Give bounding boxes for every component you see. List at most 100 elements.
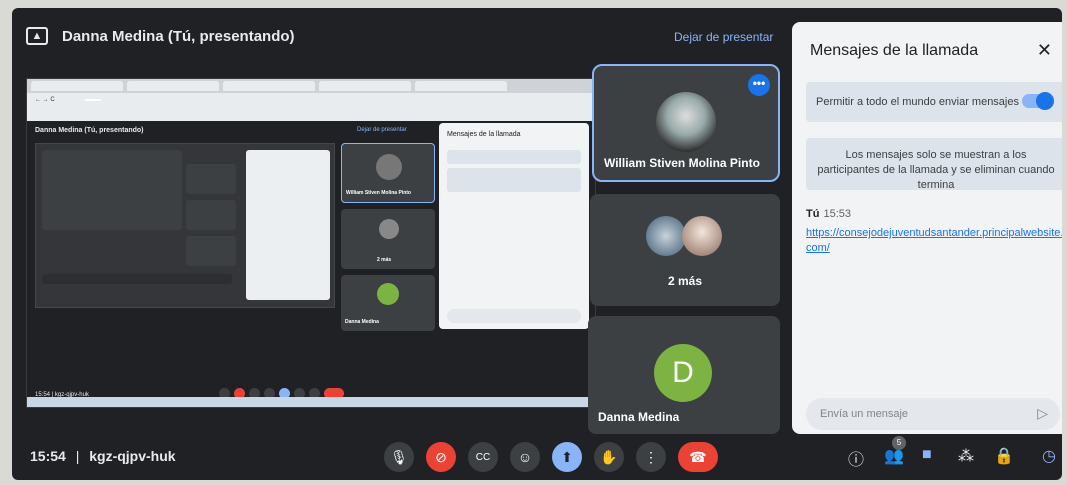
- timer-icon: ◷: [1042, 448, 1056, 465]
- people-icon: 👥: [884, 448, 904, 465]
- present-icon: ⬆: [561, 448, 573, 465]
- avatar: [656, 92, 716, 152]
- shared-screen: ← → C Danna Medina (Tú, presentando) Dej…: [26, 78, 596, 408]
- activities-button[interactable]: ⁂: [958, 446, 974, 466]
- participant-count-badge: 5: [892, 436, 906, 450]
- browser-tab: [31, 81, 123, 91]
- chat-title: Mensajes de la llamada: [810, 42, 979, 59]
- browser-tab: [415, 81, 507, 91]
- avatar: [682, 216, 722, 256]
- more-options-icon[interactable]: •••: [748, 74, 770, 96]
- inner-tile-name: 2 más: [377, 257, 392, 263]
- close-icon[interactable]: ✕: [1037, 40, 1052, 61]
- microphone-button[interactable]: 🎙: [384, 442, 414, 472]
- tile-danna[interactable]: D Danna Medina: [588, 316, 780, 434]
- browser-tab: [319, 81, 411, 91]
- chat-panel: Mensajes de la llamada ✕ Permitir a todo…: [792, 22, 1062, 434]
- meeting-info: 15:54 | kgz-qjpv-huk: [30, 448, 176, 464]
- inner-tile-name: Danna Medina: [345, 319, 379, 325]
- presenting-banner: ▲ Danna Medina (Tú, presentando): [26, 16, 786, 56]
- camera-button[interactable]: ⊘: [426, 442, 456, 472]
- info-button[interactable]: ⓘ: [848, 446, 864, 470]
- meeting-code: kgz-qjpv-huk: [89, 448, 176, 464]
- stop-presenting-button[interactable]: Dejar de presentar: [674, 30, 773, 44]
- inner-tile-william: William Stiven Molina Pinto: [341, 143, 435, 203]
- nested-toolbar: [42, 274, 232, 284]
- presenting-title: Danna Medina (Tú, presentando): [62, 27, 295, 45]
- more-options-button[interactable]: ⋮: [636, 442, 666, 472]
- more-vert-icon: ⋮: [644, 448, 658, 465]
- bottom-toolbar: 15:54 | kgz-qjpv-huk 🎙 ⊘ CC ☺ ⬆ ✋ ⋮ ☎ ⓘ …: [12, 434, 1062, 480]
- inner-stop-presenting: Dejar de presentar: [357, 127, 407, 133]
- message-sender: Tú: [806, 208, 820, 220]
- nav-arrows-icon: ← → C: [35, 97, 55, 103]
- inner-presenting-title: Danna Medina (Tú, presentando): [35, 127, 144, 134]
- tile-william[interactable]: ••• William Stiven Molina Pinto: [592, 64, 780, 182]
- avatar: [377, 283, 399, 305]
- chat-icon: ■: [922, 446, 932, 463]
- avatar: D: [654, 344, 712, 402]
- allow-messages-toggle[interactable]: [1022, 92, 1054, 110]
- message-input[interactable]: Envía un mensaje ▷: [806, 398, 1060, 430]
- camera-off-icon: ⊘: [435, 448, 447, 465]
- url-field: [84, 99, 101, 101]
- tile-more[interactable]: 2 más: [590, 194, 780, 306]
- timer-button[interactable]: ◷: [1042, 446, 1056, 466]
- chat-message: Tú 15:53 https://consejodejuventudsantand…: [806, 208, 1062, 257]
- captions-icon: CC: [475, 451, 491, 463]
- browser-window: ← → C: [27, 79, 595, 121]
- send-icon[interactable]: ▷: [1037, 405, 1048, 422]
- emoji-icon: ☺: [517, 449, 533, 465]
- browser-tabs: [27, 79, 595, 93]
- avatar: [379, 219, 399, 239]
- bookmarks-bar: [27, 107, 595, 119]
- separator: |: [75, 448, 80, 464]
- inner-chat-input: [447, 309, 581, 323]
- leave-call-button[interactable]: ☎: [678, 442, 718, 472]
- more-participants-label: 2 más: [668, 274, 703, 288]
- participant-name: William Stiven Molina Pinto: [604, 156, 760, 170]
- clock: 15:54: [30, 448, 66, 464]
- host-controls-button[interactable]: 🔒: [994, 446, 1014, 466]
- info-icon: ⓘ: [848, 452, 865, 469]
- browser-tab: [127, 81, 219, 91]
- allow-messages-label: Permitir a todo el mundo enviar mensajes: [816, 96, 1019, 108]
- inner-toggle-row: [447, 150, 581, 164]
- avatar: [376, 154, 402, 180]
- present-screen-icon: ▲: [26, 27, 48, 45]
- message-time: 15:53: [823, 208, 851, 220]
- nested-tile: [186, 236, 236, 266]
- mic-icon: 🎙: [390, 448, 408, 465]
- message-link[interactable]: https://consejodejuventudsantander.princ…: [806, 226, 1062, 257]
- hangup-icon: ☎: [689, 448, 707, 465]
- participant-name: Danna Medina: [598, 410, 680, 424]
- inner-tile-more: 2 más: [341, 209, 435, 269]
- nested-chat: [246, 150, 330, 300]
- browser-tab: [223, 81, 315, 91]
- windows-taskbar: [27, 397, 595, 407]
- message-placeholder: Envía un mensaje: [820, 408, 909, 420]
- activities-icon: ⁂: [958, 448, 974, 465]
- inner-chat-title: Mensajes de la llamada: [447, 131, 521, 138]
- nested-tile: [186, 200, 236, 230]
- chat-button[interactable]: ■: [922, 446, 932, 464]
- address-bar: ← → C: [27, 93, 595, 107]
- nested-tile: [186, 164, 236, 194]
- inner-tile-name: William Stiven Molina Pinto: [346, 190, 411, 196]
- inner-info-row: [447, 168, 581, 192]
- meet-window: ▲ Danna Medina (Tú, presentando) Dejar d…: [12, 8, 1062, 480]
- inner-shared-screen: [35, 143, 335, 308]
- allow-messages-row: Permitir a todo el mundo enviar mensajes: [806, 82, 1062, 122]
- lock-icon: 🔒: [994, 448, 1014, 465]
- chat-info-notice: Los mensajes solo se muestran a los part…: [806, 138, 1062, 191]
- inner-meet-view: Danna Medina (Tú, presentando) Dejar de …: [27, 121, 595, 407]
- inner-tile-danna: Danna Medina: [341, 275, 435, 331]
- present-button[interactable]: ⬆: [552, 442, 582, 472]
- hand-icon: ✋: [600, 448, 618, 465]
- people-button[interactable]: 5 👥: [884, 436, 906, 466]
- emoji-button[interactable]: ☺: [510, 442, 540, 472]
- nested-screen: [42, 150, 182, 230]
- inner-chat-panel: Mensajes de la llamada: [439, 123, 589, 329]
- captions-button[interactable]: CC: [468, 442, 498, 472]
- raise-hand-button[interactable]: ✋: [594, 442, 624, 472]
